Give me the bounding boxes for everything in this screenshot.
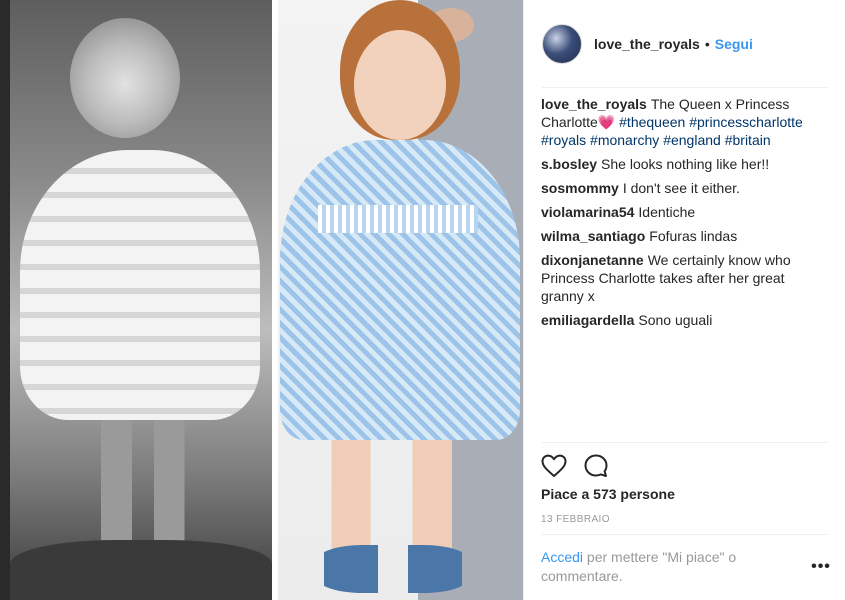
heart-emoji: 💗 xyxy=(597,114,616,130)
divider xyxy=(542,534,828,535)
hashtag-link[interactable]: #thequeen xyxy=(619,114,685,130)
photo-left-bw xyxy=(10,0,272,600)
comment-text: Sono uguali xyxy=(638,312,713,328)
post-date: 13 FEBBRAIO xyxy=(541,514,610,525)
post-header: love_the_royals • Segui xyxy=(524,0,845,88)
bw-ground xyxy=(10,540,272,600)
hashtag-link[interactable]: #england xyxy=(663,132,721,148)
comment: violamarina54 Identiche xyxy=(541,203,831,221)
comment-username[interactable]: wilma_santiago xyxy=(541,228,645,244)
comment: dixonjanetanne We certainly know who Prin… xyxy=(541,251,831,305)
comment: s.bosley She looks nothing like her!! xyxy=(541,155,831,173)
speech-bubble-icon[interactable] xyxy=(582,452,610,480)
likes-count[interactable]: Piace a 573 persone xyxy=(541,486,675,502)
comment-text: Identiche xyxy=(638,204,696,220)
header-text: love_the_royals • Segui xyxy=(594,36,753,52)
comment: emiliagardella Sono uguali xyxy=(541,311,831,329)
comment: wilma_santiago Fofuras lindas xyxy=(541,227,831,245)
photo-right-color xyxy=(278,0,523,600)
avatar[interactable] xyxy=(542,24,582,64)
bw-girl-dress xyxy=(20,150,260,420)
follow-button[interactable]: Segui xyxy=(715,36,753,52)
color-girl-smock xyxy=(318,205,478,233)
caption: love_the_royals The Queen x Princess Char… xyxy=(541,95,831,149)
separator-dot: • xyxy=(704,36,710,52)
hashtag-link[interactable]: #royals xyxy=(541,132,586,148)
comment-text: Fofuras lindas xyxy=(649,228,738,244)
hashtag-link[interactable]: #monarchy xyxy=(590,132,659,148)
comment-username[interactable]: s.bosley xyxy=(541,156,597,172)
comment-text: I don't see it either. xyxy=(622,180,740,196)
action-bar xyxy=(540,452,610,480)
color-girl-dress xyxy=(280,140,520,440)
comment-list: love_the_royals The Queen x Princess Char… xyxy=(541,95,831,335)
hashtag-link[interactable]: #princesscharlotte xyxy=(689,114,803,130)
header-username[interactable]: love_the_royals xyxy=(594,36,700,52)
post-photo[interactable] xyxy=(10,0,523,600)
comment-username[interactable]: dixonjanetanne xyxy=(541,252,644,268)
color-girl-face xyxy=(354,30,446,140)
post-side-panel: love_the_royals • Segui love_the_royals T… xyxy=(523,0,845,600)
comment-username[interactable]: sosmommy xyxy=(541,180,619,196)
color-girl-legs xyxy=(323,440,463,550)
page-backdrop xyxy=(0,0,10,600)
comment-username[interactable]: violamarina54 xyxy=(541,204,634,220)
heart-outline-icon[interactable] xyxy=(540,452,568,480)
bw-girl-head xyxy=(70,18,180,138)
hashtag-link[interactable]: #britain xyxy=(725,132,771,148)
login-link[interactable]: Accedi xyxy=(541,549,583,565)
more-options-icon[interactable]: ••• xyxy=(811,559,831,582)
comment-username[interactable]: emiliagardella xyxy=(541,312,634,328)
caption-username[interactable]: love_the_royals xyxy=(541,96,647,112)
divider xyxy=(542,87,828,88)
login-prompt: Accedi per mettere "Mi piace" o commenta… xyxy=(541,548,791,586)
comment-text: She looks nothing like her!! xyxy=(601,156,770,172)
color-girl-shoes xyxy=(318,545,468,593)
divider xyxy=(542,442,828,443)
comment: sosmommy I don't see it either. xyxy=(541,179,831,197)
